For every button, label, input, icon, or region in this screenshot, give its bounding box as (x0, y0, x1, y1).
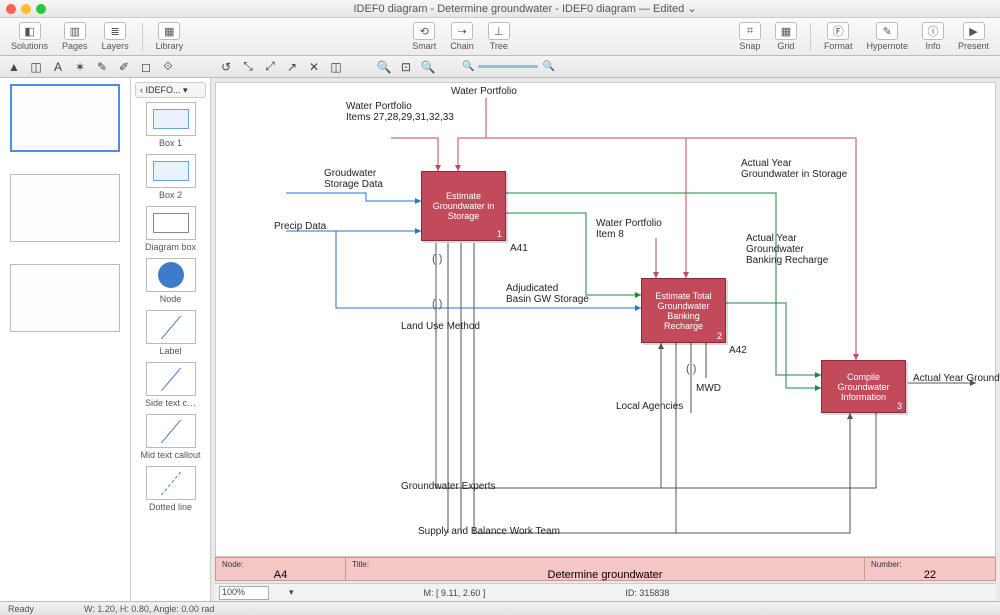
connector-5[interactable]: ✕ (306, 59, 322, 75)
selection-id: ID: 315838 (625, 588, 669, 598)
shape-box1[interactable]: Box 1 (135, 102, 206, 148)
label-a41: A41 (510, 243, 528, 254)
zoom-in-icon[interactable]: 🔍 (420, 59, 436, 75)
diagram-canvas[interactable]: Estimate Groundwater in Storage1 Estimat… (215, 82, 996, 557)
label-adj-basin: Adjudicated Basin GW Storage (506, 283, 589, 305)
connector-6[interactable]: ◫ (328, 59, 344, 75)
label-precip: Precip Data (274, 221, 326, 232)
label-supply-team: Supply and Balance Work Team (418, 526, 560, 537)
label-storage-data: Groudwater Storage Data (324, 168, 383, 190)
canvas-area[interactable]: Estimate Groundwater in Storage1 Estimat… (211, 78, 1000, 601)
page-thumb-2[interactable] (10, 174, 120, 242)
zoom-slider[interactable]: 🔍🔍 (462, 61, 555, 72)
shape-dotted[interactable]: Dotted line (135, 466, 206, 512)
shape-diagram-box[interactable]: Diagram box (135, 206, 206, 252)
minimize-icon[interactable] (21, 4, 31, 14)
lasso-tool[interactable]: ◫ (28, 59, 44, 75)
connector-2[interactable]: ⤡ (240, 59, 256, 75)
text-tool[interactable]: A (50, 59, 66, 75)
zoom-fit-icon[interactable]: ⊡ (398, 59, 414, 75)
pointer-tool[interactable]: ▲ (6, 59, 22, 75)
present-button[interactable]: ▶Present (953, 22, 994, 51)
shape-library: ‹ IDEFO... ▾ Box 1 Box 2 Diagram box Nod… (131, 78, 211, 601)
eyedrop-tool[interactable]: ✐ (116, 59, 132, 75)
label-gw-experts: Groundwater Experts (401, 481, 496, 492)
label-local-agencies: Local Agencies (616, 401, 683, 412)
crop-tool[interactable]: ⟐ (160, 59, 176, 75)
status-bar: Ready W: 1.20, H: 0.80, Angle: 0.00 rad (0, 601, 1000, 615)
window-title: IDEF0 diagram - Determine groundwater - … (56, 2, 994, 15)
page-thumbnails (0, 78, 131, 601)
pages-button[interactable]: ▥Pages (57, 22, 93, 51)
page-thumb-1[interactable] (10, 84, 120, 152)
label-actual-gw: Actual Year Groundwater (913, 373, 1000, 384)
zoom-select[interactable]: 100% (219, 586, 269, 600)
mouse-coords: M: [ 9.11, 2.60 ] (424, 588, 486, 598)
label-a42: A42 (729, 345, 747, 356)
box-compile-info[interactable]: Compile Groundwater Information3 (821, 360, 906, 413)
label-actual-storage: Actual Year Groundwater in Storage (741, 158, 847, 180)
canvas-bottom-bar: 100% ▾ M: [ 9.11, 2.60 ] ID: 315838 (215, 583, 996, 601)
shape-box2[interactable]: Box 2 (135, 154, 206, 200)
chain-button[interactable]: ⇢Chain (445, 22, 479, 51)
maximize-icon[interactable] (36, 4, 46, 14)
label-land-use: Land Use Method (401, 321, 480, 332)
solutions-button[interactable]: ◧Solutions (6, 22, 53, 51)
library-breadcrumb[interactable]: ‹ IDEFO... ▾ (135, 82, 206, 98)
label-water-portfolio: Water Portfolio (451, 86, 517, 97)
status-ready: Ready (8, 604, 34, 614)
tool-row: ▲ ◫ A ✶ ✎ ✐ ◻ ⟐ ↺ ⤡ ⤢ ↗ ✕ ◫ 🔍 ⊡ 🔍 🔍🔍 (0, 56, 1000, 78)
wand-tool[interactable]: ✶ (72, 59, 88, 75)
page-thumb-3[interactable] (10, 264, 120, 332)
shape-label[interactable]: Label (135, 310, 206, 356)
info-button[interactable]: ⓘInfo (917, 22, 949, 51)
shape-mid-text[interactable]: Mid text callout (135, 414, 206, 460)
connector-1[interactable]: ↺ (218, 59, 234, 75)
grid-button[interactable]: ▦Grid (770, 22, 802, 51)
zoom-out-icon[interactable]: 🔍 (376, 59, 392, 75)
pen-tool[interactable]: ✎ (94, 59, 110, 75)
shape-tool[interactable]: ◻ (138, 59, 154, 75)
main-toolbar: ◧Solutions ▥Pages ≣Layers ▦Library ⟲Smar… (0, 18, 1000, 56)
snap-button[interactable]: ⌗Snap (734, 22, 766, 51)
smart-button[interactable]: ⟲Smart (407, 22, 441, 51)
library-button[interactable]: ▦Library (151, 22, 189, 51)
tree-button[interactable]: ⊥Tree (483, 22, 515, 51)
connector-4[interactable]: ↗ (284, 59, 300, 75)
label-wp-item8: Water Portfolio Item 8 (596, 218, 662, 240)
layers-button[interactable]: ≣Layers (97, 22, 134, 51)
label-actual-recharge: Actual Year Groundwater Banking Recharge (746, 233, 828, 266)
hypernote-button[interactable]: ✎Hypernote (861, 22, 913, 51)
status-dims: W: 1.20, H: 0.80, Angle: 0.00 rad (84, 604, 214, 614)
box-estimate-storage[interactable]: Estimate Groundwater in Storage1 (421, 171, 506, 241)
window-titlebar: IDEF0 diagram - Determine groundwater - … (0, 0, 1000, 18)
diagram-footer: Node:A4 Title:Determine groundwater Numb… (215, 557, 996, 581)
box-estimate-recharge[interactable]: Estimate Total Groundwater Banking Recha… (641, 278, 726, 343)
label-mwd: MWD (696, 383, 721, 394)
format-button[interactable]: ⒻFormat (819, 22, 858, 51)
shape-node[interactable]: Node (135, 258, 206, 304)
connector-3[interactable]: ⤢ (262, 59, 278, 75)
shape-side-text[interactable]: Side text c… (135, 362, 206, 408)
label-wp-items: Water Portfolio Items 27,28,29,31,32,33 (346, 101, 454, 123)
close-icon[interactable] (6, 4, 16, 14)
